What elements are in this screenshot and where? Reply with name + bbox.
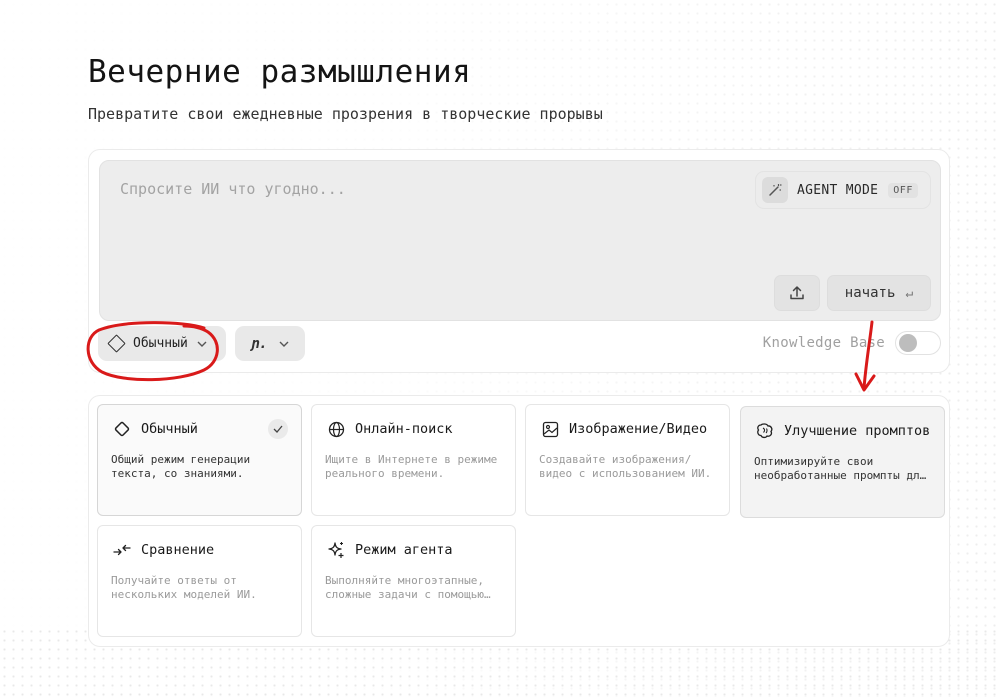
knowledge-base-label: Knowledge Base xyxy=(762,335,885,351)
diamond-icon xyxy=(111,418,133,440)
chevron-down-icon xyxy=(197,336,207,351)
mode-card-title: Сравнение xyxy=(141,542,215,558)
agent-mode-toggle[interactable]: AGENT MODE OFF xyxy=(755,171,931,209)
chat-card: AGENT MODE OFF начать ↵ Обычный xyxy=(88,149,950,373)
mode-dropdown-label: Обычный xyxy=(133,336,188,351)
mode-card-image-video[interactable]: Изображение/Видео Создавайте изображения… xyxy=(525,404,730,516)
globe-icon xyxy=(325,418,347,440)
model-logo-icon: ɲ. xyxy=(250,335,268,352)
upload-icon xyxy=(790,286,804,300)
prompt-input[interactable] xyxy=(118,179,722,199)
mode-card-compare[interactable]: Сравнение Получайте ответы от нескольких… xyxy=(97,525,302,637)
diamond-icon xyxy=(107,334,126,353)
mode-card-title: Изображение/Видео xyxy=(569,421,708,437)
sparkle-icon xyxy=(325,539,347,561)
mode-card-prompt-enhance[interactable]: Улучшение промптов Оптимизируйте свои не… xyxy=(740,406,945,518)
magic-wand-icon xyxy=(762,177,788,203)
mode-card-normal[interactable]: Обычный Общий режим генерации текста, со… xyxy=(97,404,302,516)
check-icon xyxy=(268,419,288,439)
mode-card-description: Оптимизируйте свои необработанные промпт… xyxy=(754,455,927,482)
chevron-down-icon xyxy=(279,336,289,351)
prompt-box: AGENT MODE OFF начать ↵ xyxy=(99,160,941,321)
model-dropdown[interactable]: ɲ. xyxy=(235,326,305,361)
toggle-knob xyxy=(899,334,917,352)
mode-card-description: Создавайте изображения/видео с использов… xyxy=(539,453,712,480)
page: Вечерние размышления Превратите свои еже… xyxy=(0,0,1002,697)
mode-card-title: Онлайн-поиск xyxy=(355,421,453,437)
start-button[interactable]: начать ↵ xyxy=(827,275,931,311)
page-title: Вечерние размышления xyxy=(88,54,472,90)
enter-key-icon: ↵ xyxy=(905,285,914,301)
knowledge-base-toggle[interactable] xyxy=(895,331,941,355)
mode-card-description: Выполняйте многоэтапные, сложные задачи … xyxy=(325,574,484,601)
image-icon xyxy=(539,418,561,440)
main-content: Вечерние размышления Превратите свои еже… xyxy=(86,54,952,647)
agent-mode-label: AGENT MODE xyxy=(797,182,879,198)
modes-panel: Обычный Общий режим генерации текста, со… xyxy=(88,395,950,647)
mode-card-description: Получайте ответы от нескольких моделей И… xyxy=(111,574,257,601)
mode-card-title: Обычный xyxy=(141,421,198,437)
page-subtitle: Превратите свои ежедневные прозрения в т… xyxy=(88,105,603,123)
mode-card-agent[interactable]: Режим агента Выполняйте многоэтапные, сл… xyxy=(311,525,516,637)
compare-icon xyxy=(111,539,133,561)
brain-icon xyxy=(754,420,776,442)
start-button-label: начать xyxy=(844,285,896,301)
mode-dropdown[interactable]: Обычный xyxy=(98,326,226,361)
mode-card-title: Улучшение промптов xyxy=(784,423,931,439)
mode-card-web-search[interactable]: Онлайн-поиск Ищите в Интернете в режиме … xyxy=(311,404,516,516)
agent-mode-state-badge: OFF xyxy=(888,182,918,198)
mode-card-description: Ищите в Интернете в режиме реального вре… xyxy=(325,453,498,480)
mode-card-title: Режим агента xyxy=(355,542,453,558)
upload-button[interactable] xyxy=(774,275,820,311)
mode-card-description: Общий режим генерации текста, со знаниям… xyxy=(111,453,251,480)
